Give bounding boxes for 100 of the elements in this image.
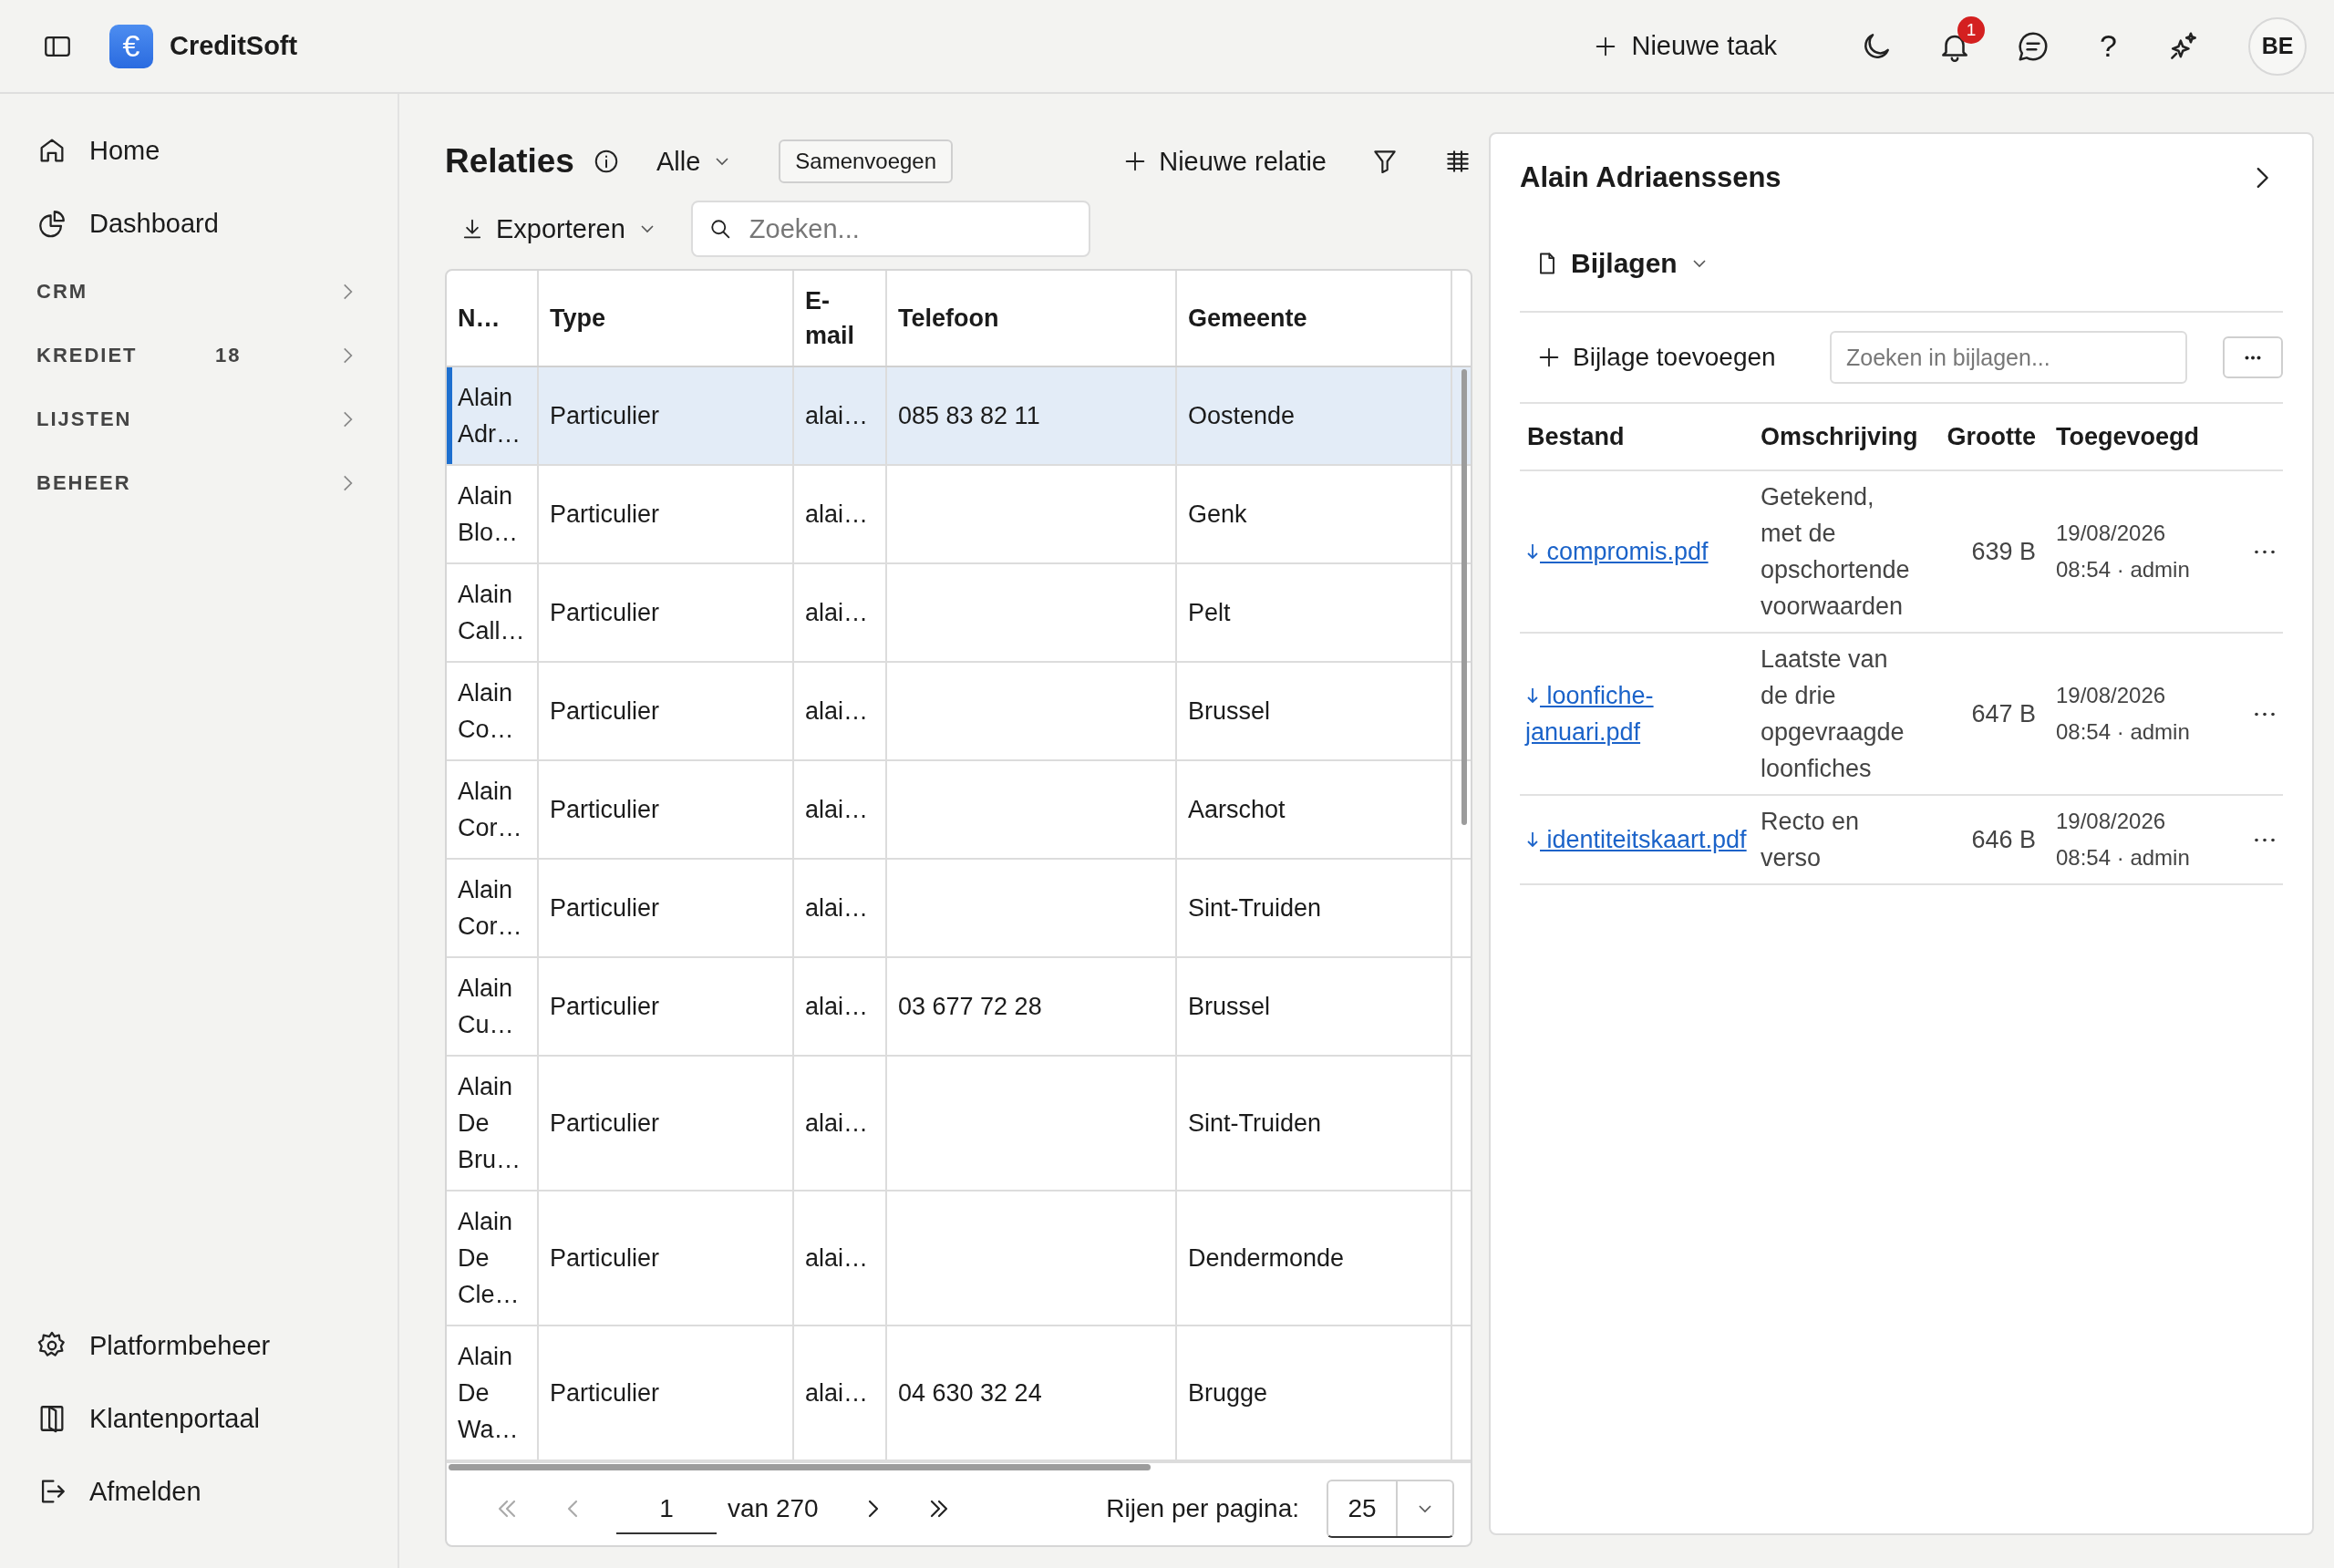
page-field[interactable]: 1 xyxy=(616,1483,717,1534)
column-header: Toegevoegd xyxy=(2056,422,2200,450)
table-cell: alai… xyxy=(805,697,869,725)
table-cell-text: Alain De Cle… xyxy=(458,1207,521,1310)
table-cell: Particulier xyxy=(550,599,660,626)
table-cell-text: Alain Call… xyxy=(458,580,526,646)
export-dropdown[interactable]: Exporteren xyxy=(460,213,658,244)
table-cell: Sint-Truiden xyxy=(1188,1109,1322,1137)
table-row[interactable]: Alain Cu… Particulier alai… 03 677 72 28 Brussel xyxy=(447,957,1471,1056)
file-added: 19/08/2026 08:54 · admin xyxy=(2056,808,2191,872)
column-header[interactable]: E-mail xyxy=(805,284,874,353)
file-link[interactable]: loonfiche-januari.pdf xyxy=(1525,677,1750,750)
rows-per-page-select[interactable]: 25 xyxy=(1327,1480,1454,1538)
file-added: 19/08/2026 08:54 · admin xyxy=(2056,520,2191,583)
download-icon xyxy=(1525,686,1540,706)
column-header: Bestand xyxy=(1527,422,1625,450)
table-cell: Particulier xyxy=(550,993,660,1020)
table-cell: Genk xyxy=(1188,500,1247,528)
help-button[interactable]: ? xyxy=(2094,28,2122,64)
table-cell: Brugge xyxy=(1188,1379,1268,1407)
table-cell: alai… xyxy=(805,500,869,528)
sidebar-section[interactable]: BEHEER xyxy=(0,451,398,515)
file-size: 647 B xyxy=(1971,700,2036,727)
merge-button[interactable]: Samenvoegen xyxy=(779,139,954,183)
sidebar-item[interactable]: Afmelden xyxy=(0,1455,398,1528)
detail-title: Alain Adriaenssens xyxy=(1520,161,1781,194)
table-cell: Particulier xyxy=(550,796,660,823)
app-name: CreditSoft xyxy=(170,31,298,61)
page-count: van 270 xyxy=(728,1494,819,1523)
file-description: Recto en verso xyxy=(1761,807,1861,873)
table-row[interactable]: Alain De Wa… Particulier alai… 04 630 32 24 Brugge xyxy=(447,1326,1471,1460)
table-cell: alai… xyxy=(805,1379,869,1407)
new-relation-button[interactable]: Nieuwe relatie xyxy=(1122,146,1327,177)
column-header[interactable]: Gemeente xyxy=(1188,301,1440,335)
sidebar-item[interactable]: Platformbeheer xyxy=(0,1309,398,1382)
file-link[interactable]: compromis.pdf xyxy=(1525,533,1750,570)
new-task-button[interactable]: Nieuwe taak xyxy=(1587,30,1783,62)
table-cell: Sint-Truiden xyxy=(1188,894,1322,922)
table-cell: Pelt xyxy=(1188,599,1231,626)
table-cell: alai… xyxy=(805,1109,869,1137)
table-cell: Particulier xyxy=(550,1109,660,1137)
table-cell: alai… xyxy=(805,599,869,626)
table-cell-text: Alain Blo… xyxy=(458,481,520,548)
column-header[interactable]: Type xyxy=(550,301,781,335)
table-cell: alai… xyxy=(805,1244,869,1272)
table-cell: alai… xyxy=(805,796,869,823)
table-cell: Particulier xyxy=(550,402,660,429)
table-cell-text: Alain Co… xyxy=(458,678,515,745)
table-cell-text: Alain Cor… xyxy=(458,777,523,843)
table-cell: 04 630 32 24 xyxy=(898,1379,1042,1407)
rows-per-page-label: Rijen per pagina: xyxy=(1106,1494,1299,1523)
table-cell: alai… xyxy=(805,993,869,1020)
table-cell: Particulier xyxy=(550,1379,660,1407)
add-attachment-button[interactable]: Bijlage toevoegen xyxy=(1536,343,1830,372)
file-added: 19/08/2026 08:54 · admin xyxy=(2056,682,2191,746)
search-field[interactable]: Zoeken... xyxy=(690,201,1090,257)
table-row[interactable]: Alain Adr… Particulier alai… 085 83 82 11 Oostende xyxy=(447,366,1471,465)
table-cell: Particulier xyxy=(550,1244,660,1272)
user-avatar[interactable]: BE xyxy=(2248,16,2307,76)
table-cell: Brussel xyxy=(1188,697,1271,725)
sidebar-item[interactable]: Klantenportaal xyxy=(0,1382,398,1455)
pie-chart-icon xyxy=(36,208,67,239)
sidebar-section[interactable]: CRM xyxy=(0,260,398,324)
table-cell: Dendermonde xyxy=(1188,1244,1345,1272)
column-header[interactable]: Telefoon xyxy=(898,301,1164,335)
table-cell-text: Alain De Bru… xyxy=(458,1072,522,1175)
table-cell: 03 677 72 28 xyxy=(898,993,1042,1020)
table-cell: Aarschot xyxy=(1188,796,1286,823)
column-header: Grootte xyxy=(1947,422,2036,450)
file-description: Laatste van de drie opgevraagde loonfiches xyxy=(1761,645,1905,784)
sidebar-section[interactable]: KREDIET 18 xyxy=(0,324,398,387)
table-row[interactable]: Alain De Cle… Particulier alai… Dendermonde xyxy=(447,1191,1471,1326)
column-header: Omschrijving xyxy=(1761,422,1918,450)
file-size: 639 B xyxy=(1971,538,2036,565)
table-cell: Particulier xyxy=(550,697,660,725)
page-title: Relaties xyxy=(445,142,574,181)
vertical-scrollbar[interactable] xyxy=(1461,369,1467,825)
download-icon xyxy=(1525,542,1540,562)
table-cell: Oostende xyxy=(1188,402,1296,429)
table-cell-text: Alain Cor… xyxy=(458,875,523,942)
sidebar-item[interactable]: Dashboard xyxy=(0,187,398,260)
table-row[interactable]: Alain De Bru… Particulier alai… Sint-Truiden xyxy=(447,1056,1471,1191)
table-cell: Brussel xyxy=(1188,993,1271,1020)
table-cell-text: Alain Adr… xyxy=(458,383,522,449)
download-icon xyxy=(1525,830,1540,850)
filter-dropdown[interactable]: Alle xyxy=(656,146,734,177)
table-cell-text: Alain Cu… xyxy=(458,974,515,1040)
sidebar-section[interactable]: LIJSTEN xyxy=(0,387,398,451)
attachment-search-field[interactable]: Zoeken in bijlagen... xyxy=(1830,331,2187,384)
file-link[interactable]: identiteitskaart.pdf xyxy=(1525,821,1750,858)
table-cell: Particulier xyxy=(550,500,660,528)
sidebar-item[interactable]: Home xyxy=(0,114,398,187)
column-header[interactable]: N… xyxy=(458,301,526,335)
table-row[interactable]: Alain Cor… Particulier alai… Sint-Truiden xyxy=(447,859,1471,957)
attachments-dropdown[interactable]: Bijlagen xyxy=(1534,234,1710,293)
app-logo: € xyxy=(109,24,153,68)
horizontal-scrollbar[interactable] xyxy=(449,1464,1151,1470)
file-size: 646 B xyxy=(1971,826,2036,853)
table-cell: alai… xyxy=(805,894,869,922)
file-description: Getekend, met de opschortende voorwaarden xyxy=(1761,482,1911,622)
